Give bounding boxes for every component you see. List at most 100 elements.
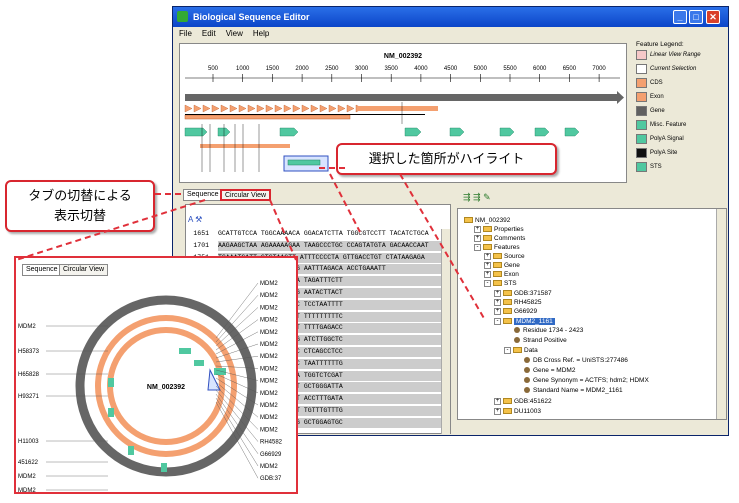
callout-highlight: 選択した箇所がハイライト <box>336 143 557 175</box>
inset-tab-sequence[interactable]: Sequence <box>22 264 62 276</box>
tree-node[interactable]: + GDB:371587 <box>494 289 552 298</box>
feature-tree[interactable]: NM_002392 + Properties + Comments - Features + S… <box>457 208 727 420</box>
tree-node-label: Gene = MDM2 <box>533 367 576 374</box>
expand-toggle-icon[interactable]: + <box>494 407 501 415</box>
tree-node[interactable]: - Data <box>504 346 538 355</box>
exon-mark <box>265 104 274 113</box>
expand-toggle-icon[interactable]: + <box>494 397 501 405</box>
expand-toggle-icon[interactable]: + <box>474 225 481 233</box>
sts-feature[interactable] <box>564 127 580 137</box>
tree-scrollbar[interactable] <box>716 209 726 419</box>
sts-mark <box>108 408 114 417</box>
minimize-button[interactable]: _ <box>673 10 687 24</box>
tab-circular-view[interactable]: Circular View <box>220 189 272 201</box>
tree-node[interactable]: + Properties <box>474 225 524 234</box>
tree-node[interactable]: + DU11003 <box>494 407 541 416</box>
exon-mark <box>184 104 193 113</box>
tree-node[interactable]: Gene Synonym = ACTFS; hdm2; HDMX <box>524 376 649 385</box>
exon-mark <box>211 104 220 113</box>
folder-icon <box>503 398 512 405</box>
tree-node[interactable]: + Gene <box>484 261 520 270</box>
tree-node-label: DU11003 <box>514 408 541 415</box>
property-icon <box>514 327 520 334</box>
feature-label: RH4582 <box>260 440 283 446</box>
tree-node[interactable]: - MDM2_1161 <box>494 317 555 326</box>
expand-toggle-icon[interactable]: - <box>484 279 491 287</box>
expand-toggle-icon[interactable]: + <box>494 307 501 315</box>
circular-map[interactable]: NM_002392 MDM2MDM2MDM2MDM2MDM2MDM2MDM2MD… <box>16 278 296 492</box>
sts-feature[interactable] <box>499 127 515 137</box>
tree-node-label: Properties <box>494 226 524 233</box>
tree-node[interactable]: - Features <box>474 243 520 252</box>
tab-sequence[interactable]: Sequence <box>183 189 223 201</box>
expand-toggle-icon[interactable]: - <box>474 243 481 251</box>
menu-bar: File Edit View Help <box>173 27 728 40</box>
expand-toggle-icon[interactable]: + <box>474 234 481 242</box>
sequence-text: AAGAAGCTAA AGAAAAAGAA TAAGCCCTGC CCAGTAT… <box>218 241 429 249</box>
tree-node[interactable]: Strand Positive <box>514 336 567 345</box>
tree-toolbar[interactable]: ⇶ ⇶ ✎ <box>463 192 491 203</box>
folder-icon <box>503 290 512 297</box>
tree-node[interactable]: + Comments <box>474 234 525 243</box>
sequence-position: 1651 <box>193 230 209 237</box>
toolbar-icons[interactable]: A ⚒ <box>188 215 202 224</box>
sequence-text: GCATTGTCCA TGGCAAAACA GGACATCTTA TGGCGTC… <box>218 230 429 237</box>
sts-feature[interactable] <box>279 127 299 137</box>
menu-view[interactable]: View <box>226 29 243 38</box>
sts-feature[interactable] <box>449 127 465 137</box>
ruler-label: 4000 <box>414 66 428 72</box>
tree-node[interactable]: Gene = MDM2 <box>524 366 575 375</box>
tree-node[interactable]: DB Cross Ref. = UniSTS:277486 <box>524 356 628 365</box>
exon-mark <box>202 104 211 113</box>
cds-segment <box>200 144 290 148</box>
exon-mark <box>301 104 310 113</box>
tree-node[interactable]: - STS <box>484 279 517 288</box>
folder-icon <box>503 299 512 306</box>
sts-feature[interactable] <box>184 127 208 137</box>
sts-row <box>184 127 580 137</box>
folder-icon <box>464 217 473 224</box>
ruler-label: 5500 <box>503 66 517 72</box>
legend-swatch <box>636 162 647 172</box>
maximize-button[interactable]: □ <box>689 10 703 24</box>
expand-toggle-icon[interactable]: + <box>484 261 491 269</box>
inset-tab-circular[interactable]: Circular View <box>59 264 109 276</box>
expand-toggle-icon[interactable]: + <box>494 298 501 306</box>
tree-node[interactable]: NM_002392 <box>464 216 510 225</box>
folder-icon <box>503 318 512 325</box>
menu-help[interactable]: Help <box>253 29 269 38</box>
ruler-label: 1000 <box>236 66 250 72</box>
feature-label: MDM2 <box>260 293 278 299</box>
tree-node[interactable]: + Exon <box>484 270 519 279</box>
feature-label: MDM2 <box>18 488 36 492</box>
tree-node[interactable]: + GDB:451622 <box>494 397 552 406</box>
menu-file[interactable]: File <box>179 29 192 38</box>
sequence-row: 1701 AAGAAGCTAA AGAAAAAGAA TAAGCCCTGC CCA… <box>186 240 441 251</box>
exon-mark <box>229 104 238 113</box>
menu-edit[interactable]: Edit <box>202 29 216 38</box>
map-title: NM_002392 <box>384 53 422 60</box>
tree-node[interactable]: + G66929 <box>494 307 537 316</box>
expand-toggle-icon[interactable]: - <box>504 346 511 354</box>
tree-node[interactable]: Standard Name = MDM2_1161 <box>524 386 623 395</box>
tree-node[interactable]: + RH45825 <box>494 298 541 307</box>
folder-icon <box>513 347 522 354</box>
expand-toggle-icon[interactable]: - <box>494 317 501 325</box>
close-button[interactable]: ✕ <box>706 10 720 24</box>
exon-mark <box>319 104 328 113</box>
sts-feature[interactable] <box>404 127 422 137</box>
tree-node[interactable]: Residue 1734 - 2423 <box>514 326 583 335</box>
expand-toggle-icon[interactable]: + <box>484 252 491 260</box>
expand-toggle-icon[interactable]: + <box>484 270 491 278</box>
sequence-row: 1651 GCATTGTCCA TGGCAAAACA GGACATCTTA TGG… <box>186 229 441 239</box>
ruler-label: 1500 <box>266 66 280 72</box>
sts-feature[interactable] <box>534 127 550 137</box>
exon-row <box>184 104 438 113</box>
exon-mark <box>193 104 202 113</box>
tree-node[interactable]: + Source <box>484 252 525 261</box>
tree-node-label: Residue 1734 - 2423 <box>523 327 584 334</box>
ruler-label: 6000 <box>533 66 547 72</box>
sequence-scrollbar[interactable] <box>441 229 450 434</box>
expand-toggle-icon[interactable]: + <box>494 289 501 297</box>
ruler-label: 5000 <box>474 66 488 72</box>
